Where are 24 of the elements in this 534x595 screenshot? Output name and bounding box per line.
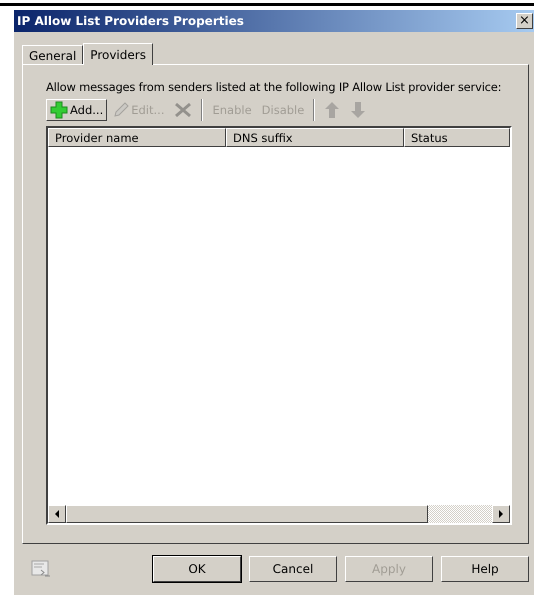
left-arrow-icon — [54, 510, 60, 518]
delete-icon — [174, 102, 192, 118]
column-header[interactable]: Status — [404, 128, 510, 148]
right-arrow-icon — [498, 510, 504, 518]
close-button[interactable]: × — [516, 13, 533, 29]
dialog-button[interactable]: Help — [441, 556, 529, 582]
scroll-left-button[interactable] — [48, 505, 66, 523]
window-title: IP Allow List Providers Properties — [17, 13, 244, 30]
toolbar-button[interactable]: Add... — [46, 99, 108, 122]
down-arrow-icon — [350, 101, 366, 120]
scroll-right-button[interactable] — [492, 505, 510, 523]
column-header[interactable]: DNS suffix — [226, 128, 404, 148]
plus-icon — [50, 101, 68, 120]
tab[interactable]: Providers — [83, 43, 153, 65]
powershell-icon[interactable] — [31, 560, 51, 578]
pencil-icon — [113, 102, 130, 118]
description-text: Allow messages from senders listed at the following IP Allow List provider service: — [46, 79, 502, 96]
dialog-button[interactable]: OK — [153, 556, 241, 582]
dialog-button[interactable]: Cancel — [249, 556, 337, 582]
up-arrow-icon — [324, 101, 340, 120]
scrollbar-thumb[interactable] — [66, 505, 428, 523]
column-header[interactable]: Provider name — [48, 128, 226, 148]
tab[interactable]: General — [22, 45, 84, 64]
provider-list[interactable]: Provider name DNS suffix Status — [46, 126, 512, 525]
